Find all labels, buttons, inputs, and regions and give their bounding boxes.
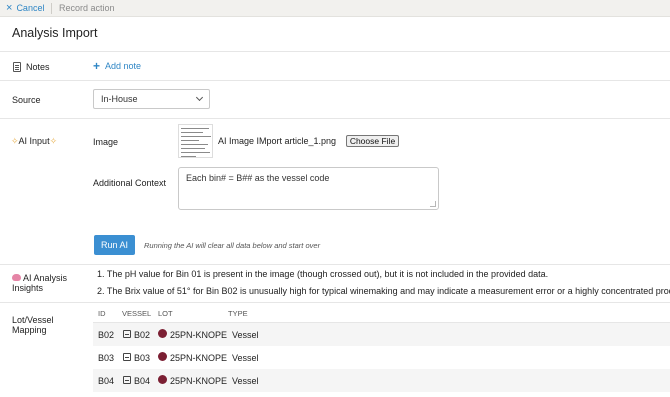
additional-context-label: Additional Context <box>93 178 167 188</box>
column-header-type: TYPE <box>228 309 248 318</box>
column-header-id: ID <box>98 309 106 318</box>
row-vessel: B03 <box>134 353 151 363</box>
divider <box>0 80 670 81</box>
record-action-button[interactable]: Record action <box>59 3 115 13</box>
add-note-label: Add note <box>105 61 142 71</box>
cancel-label: Cancel <box>16 3 45 13</box>
insights-label-line1: AI Analysis <box>23 273 68 283</box>
resize-handle-icon[interactable] <box>430 201 436 207</box>
add-note-button[interactable]: + Add note <box>93 58 142 73</box>
image-thumbnail <box>178 124 213 158</box>
topbar-divider <box>51 3 52 14</box>
row-vessel: B02 <box>134 330 151 340</box>
close-icon: × <box>6 1 13 14</box>
table-row[interactable]: B03 B03 25PN-KNOPE Vessel <box>93 346 670 369</box>
ai-input-text: AI Input <box>18 136 50 146</box>
image-label: Image <box>93 137 119 147</box>
insight-item: 1. The pH value for Bin 01 is present in… <box>97 269 549 279</box>
bin-icon <box>123 330 131 338</box>
row-lot: 25PN-KNOPE <box>170 353 228 363</box>
divider <box>0 118 670 119</box>
selected-file-name: AI Image IMport article_1.png <box>218 136 337 146</box>
row-id: B03 <box>98 353 115 363</box>
row-lot: 25PN-KNOPE <box>170 330 228 340</box>
row-lot: 25PN-KNOPE <box>170 376 228 386</box>
divider <box>0 264 670 265</box>
lot-dot-icon <box>158 329 167 338</box>
bin-icon <box>123 376 131 384</box>
row-type: Vessel <box>232 330 259 340</box>
brain-icon <box>12 274 21 281</box>
choose-file-button[interactable]: Choose File <box>346 135 399 147</box>
column-header-lot: LOT <box>158 309 173 318</box>
page-title: Analysis Import <box>12 26 98 40</box>
sparkle-icon: ✧ <box>11 136 19 146</box>
table-row[interactable]: B02 B02 25PN-KNOPE Vessel <box>93 323 670 346</box>
notes-label: Notes <box>26 62 50 72</box>
mapping-label-line1: Lot/Vessel <box>12 315 54 325</box>
cancel-button[interactable]: × Cancel <box>6 1 45 14</box>
sparkle-icon: ✧ <box>49 136 58 146</box>
mapping-label-line2: Mapping <box>12 325 47 335</box>
insights-label-line2: Insights <box>12 283 44 293</box>
source-label: Source <box>12 95 41 105</box>
divider <box>0 302 670 303</box>
chevron-down-icon <box>195 93 204 102</box>
run-ai-hint: Running the AI will clear all data below… <box>144 241 321 250</box>
column-header-vessel: VESSEL <box>122 309 152 318</box>
top-action-bar: × Cancel Record action <box>0 0 670 17</box>
lot-vessel-mapping-label: Lot/Vessel Mapping <box>12 315 54 335</box>
row-type: Vessel <box>232 353 259 363</box>
lot-dot-icon <box>158 375 167 384</box>
row-vessel: B04 <box>134 376 151 386</box>
row-id: B02 <box>98 330 115 340</box>
source-select[interactable]: In-House <box>93 89 210 109</box>
lot-dot-icon <box>158 352 167 361</box>
ai-analysis-insights-label: AI Analysis Insights <box>12 273 67 293</box>
row-type: Vessel <box>232 376 259 386</box>
divider <box>0 51 670 52</box>
insight-item: 2. The Brix value of 51° for Bin B02 is … <box>97 286 670 296</box>
run-ai-button[interactable]: Run AI <box>94 235 135 255</box>
additional-context-textarea[interactable]: Each bin# = B## as the vessel code <box>178 167 439 210</box>
notes-icon <box>13 62 21 72</box>
ai-input-label: ✧AI Input✧ <box>11 136 57 147</box>
row-id: B04 <box>98 376 115 386</box>
bin-icon <box>123 353 131 361</box>
context-value: Each bin# = B## as the vessel code <box>186 173 330 183</box>
plus-icon: + <box>93 58 101 73</box>
source-selected-value: In-House <box>101 94 138 104</box>
table-row[interactable]: B04 B04 25PN-KNOPE Vessel <box>93 369 670 392</box>
